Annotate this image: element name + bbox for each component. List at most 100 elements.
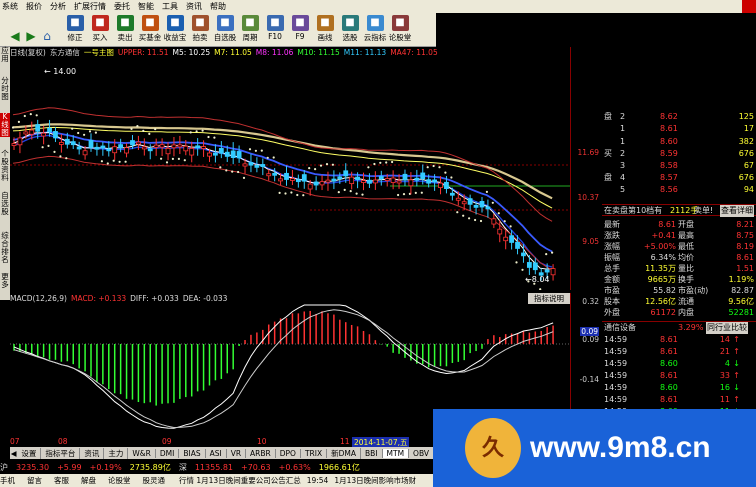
left-tab-0[interactable]: 应用 (0, 47, 10, 63)
toolbar-button-6[interactable]: ■ 自选股 (214, 13, 236, 43)
left-tab-1[interactable]: 分时图 (0, 77, 10, 101)
indicator-tab-11[interactable]: TRIX (301, 448, 328, 458)
kline-chart[interactable]: ← 14.00 ←8.04 (10, 58, 570, 290)
banner-suffix: 卖单! (694, 206, 714, 215)
tick-row[interactable]: 14:59 8.60 16 ↓ (602, 382, 756, 394)
indicator-tab-3[interactable]: 主力 (104, 447, 129, 459)
buy-row[interactable]: 5 8.56 94 (602, 184, 756, 196)
indicator-tab-2[interactable]: 资讯 (80, 447, 105, 459)
status-shortcut-3[interactable]: 解盘 (81, 475, 96, 486)
indicator-tab-8[interactable]: VR (227, 448, 247, 458)
indicator-tab-13[interactable]: BBI (361, 448, 383, 458)
menu-item-6[interactable]: 工具 (160, 1, 184, 12)
toolbar-button-12[interactable]: ■ 云指标 (364, 13, 386, 43)
tab-scroll-left-icon[interactable]: ◀ (10, 449, 17, 458)
window-close-icon[interactable] (742, 0, 756, 13)
toolbar-button-4[interactable]: ■ 收益宝 (164, 13, 186, 43)
tick-row[interactable]: 14:59 8.61 14 ↑ (602, 334, 756, 346)
toolbar-button-9[interactable]: ■ F9 (289, 13, 311, 41)
status-shortcut-1[interactable]: 留言 (27, 475, 42, 486)
menu-item-1[interactable]: 报价 (24, 1, 48, 12)
menu-item-8[interactable]: 帮助 (208, 1, 232, 12)
menu-item-5[interactable]: 智能 (136, 1, 160, 12)
menu-item-2[interactable]: 分析 (48, 1, 72, 12)
news-ticker-2[interactable]: 1月13日晚间影响市场财 (334, 475, 416, 486)
toolbar-button-5[interactable]: ■ 拍卖 (189, 13, 211, 43)
menu-item-3[interactable]: 扩展行情 (72, 1, 112, 12)
buy-row[interactable]: 买 2 8.59 676 (602, 148, 756, 160)
indicator-tab-9[interactable]: ARBR (246, 448, 276, 458)
left-tab-6[interactable]: 更多 (0, 273, 10, 289)
indicator-tab-12[interactable]: 新DMA (327, 447, 361, 459)
menu-item-7[interactable]: 资讯 (184, 1, 208, 12)
sar-point (367, 166, 370, 169)
buy-row[interactable]: 1 8.60 382 (602, 136, 756, 148)
indicator-tab-7[interactable]: ASI (206, 448, 227, 458)
back-arrow-icon[interactable]: ◀ (8, 29, 22, 43)
left-tab-3[interactable]: 个股资料 (0, 150, 10, 182)
indicator-tab-6[interactable]: BIAS (179, 448, 206, 458)
status-shortcut-5[interactable]: 股灵通 (143, 475, 166, 486)
sector-compare-link[interactable]: 同行业比较 (706, 322, 748, 334)
sar-point (438, 166, 441, 169)
tick-row[interactable]: 14:59 8.60 4 ↓ (602, 358, 756, 370)
indicator-tab-0[interactable]: 设置 (17, 447, 42, 459)
sar-point (331, 163, 334, 166)
toolbar-button-10[interactable]: ■ 画线 (314, 13, 336, 43)
sar-point (260, 149, 263, 152)
sz-index[interactable]: 11355.81 (195, 463, 233, 472)
sector-row[interactable]: 通信设备 3.29% 同行业比较 (602, 321, 756, 334)
indicator-help-button[interactable]: 指标说明 (528, 292, 570, 304)
sell-row[interactable]: 1 8.61 17 (602, 123, 756, 135)
candle-body (396, 180, 402, 184)
indicator-tab-5[interactable]: DMI (156, 448, 180, 458)
stat-row[interactable]: 外盘 61172 内盘 52281 (602, 307, 756, 319)
toolbar-button-1[interactable]: ■ 买入 (89, 13, 111, 43)
menu-item-0[interactable]: 系统 (0, 1, 24, 12)
indicator-tab-15[interactable]: OBV (409, 448, 434, 458)
main-indicator-name[interactable]: 一号主图 (84, 47, 114, 58)
candle-body (438, 182, 443, 188)
buy-price: 8.56 (660, 185, 678, 194)
left-tab-5[interactable]: 综合排名 (0, 232, 10, 264)
tick-row[interactable]: 14:59 8.61 21 ↑ (602, 346, 756, 358)
toolbar-button-3[interactable]: ■ 买基金 (139, 13, 161, 43)
home-icon[interactable]: ⌂ (40, 29, 54, 43)
left-vertical-tabs: 应用分时图 K线图个股资料自选股综合排名更多 (0, 47, 10, 300)
news-ticker[interactable]: 行情 1月13日晚间重要公司公告汇总 (179, 475, 301, 486)
left-tab-2[interactable]: K线图 (0, 113, 10, 137)
tick-row[interactable]: 14:59 8.61 11 ↑ (602, 394, 756, 406)
sar-point (177, 157, 180, 160)
status-shortcut-4[interactable]: 论股堂 (108, 475, 131, 486)
sar-point (402, 193, 406, 196)
sar-point (551, 251, 554, 254)
sar-point (23, 114, 26, 118)
menu-item-4[interactable]: 委托 (112, 1, 136, 12)
toolbar-button-11[interactable]: ■ 选股 (339, 13, 361, 43)
toolbar-button-13[interactable]: ■ 论股堂 (389, 13, 411, 43)
status-shortcut-0[interactable]: 手机 (0, 475, 15, 486)
candle-body (82, 150, 88, 156)
indicator-tab-4[interactable]: W&R (128, 448, 156, 458)
tick-row[interactable]: 14:59 8.61 33 ↑ (602, 370, 756, 382)
sell-row[interactable]: 盘 2 8.62 125 (602, 111, 756, 123)
indicator-tab-1[interactable]: 指标平台 (41, 447, 81, 459)
forward-arrow-icon[interactable]: ▶ (24, 29, 38, 43)
toolbar-button-7[interactable]: ■ 周期 (239, 13, 261, 43)
banner-link[interactable]: 查看详细 (720, 205, 754, 217)
sh-index[interactable]: 3235.30 (16, 463, 49, 472)
sar-point (521, 268, 524, 271)
level-banner[interactable]: 在卖盘第10档有 2112手 卖单! 查看详细 (602, 204, 756, 217)
indicator-tab-10[interactable]: DPO (276, 448, 301, 458)
sar-point (124, 160, 127, 163)
buy-row[interactable]: 盘 4 8.57 676 (602, 172, 756, 184)
toolbar-button-2[interactable]: ■ 卖出 (114, 13, 136, 43)
status-shortcut-2[interactable]: 客服 (54, 475, 69, 486)
toolbar-button-8[interactable]: ■ F10 (264, 13, 286, 41)
chart-period[interactable]: 日线(复权) (10, 47, 46, 58)
left-tab-4[interactable]: 自选股 (0, 192, 10, 216)
indicator-tab-14[interactable]: MTM (382, 448, 410, 458)
watermark-banner: 久 www.9m8.cn (433, 409, 756, 487)
buy-row[interactable]: 3 8.58 67 (602, 160, 756, 172)
toolbar-button-0[interactable]: ■ 修正 (64, 13, 86, 43)
